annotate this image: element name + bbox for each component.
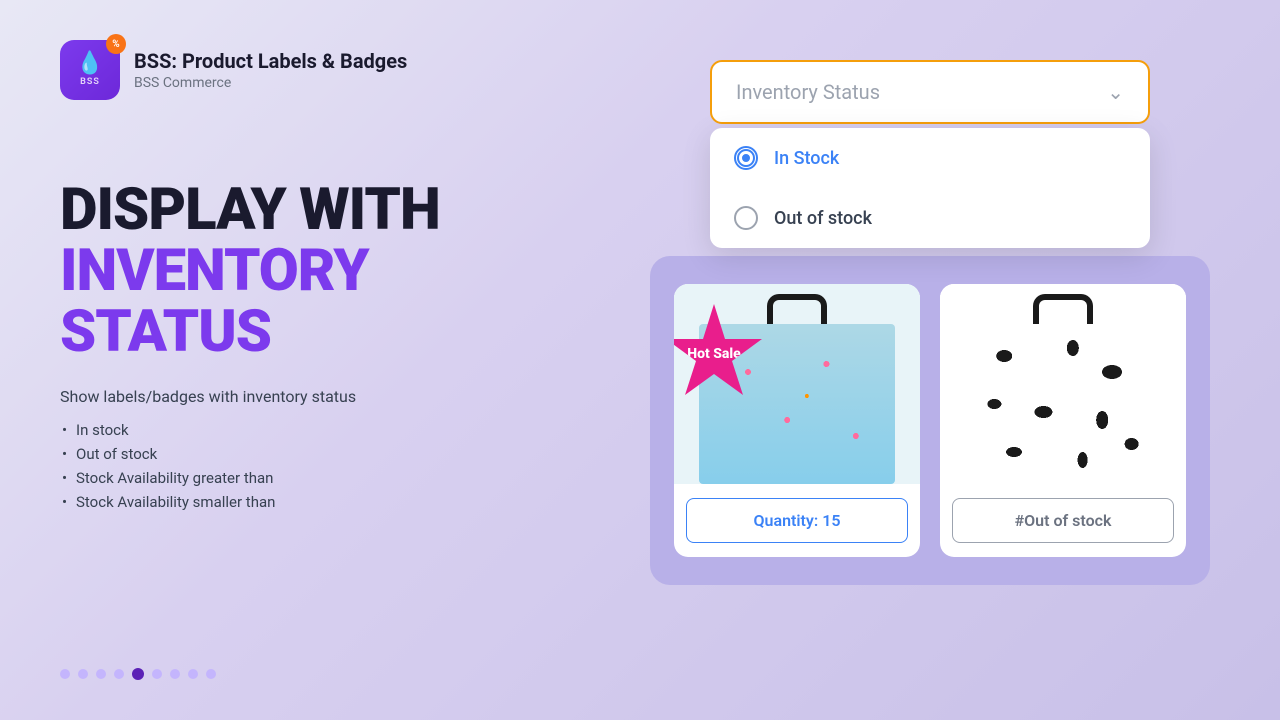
dropdown-menu: In Stock Out of stock [710, 128, 1150, 248]
outofstock-label-box: #Out of stock [952, 498, 1174, 543]
product-showcase: Hot Sale Quantity: 15 [650, 256, 1210, 585]
product-image-1: Hot Sale [674, 284, 920, 484]
page-container: 💧 BSS % BSS: Product Labels & Badges BSS… [0, 0, 1280, 720]
logo-icon: 💧 [76, 53, 103, 75]
option-label-out-of-stock: Out of stock [774, 208, 872, 229]
badge-star-shape: Hot Sale [674, 304, 764, 404]
logo-badge: % [106, 34, 126, 54]
product-image-2 [940, 284, 1186, 484]
list-item: Out of stock [60, 442, 540, 466]
main-heading: DISPLAY WITH INVENTORY STATUS [60, 180, 540, 363]
dot-3[interactable] [96, 669, 106, 679]
dropdown-placeholder: Inventory Status [736, 80, 880, 104]
product-label-1: Quantity: 15 [674, 484, 920, 557]
option-label-in-stock: In Stock [774, 148, 839, 169]
dot-1[interactable] [60, 669, 70, 679]
dot-2[interactable] [78, 669, 88, 679]
hot-sale-badge: Hot Sale [674, 304, 764, 404]
list-item: Stock Availability greater than [60, 466, 540, 490]
right-panel: Inventory Status ⌄ In Stock Out of stock [600, 0, 1280, 720]
tote-handle-2 [1033, 294, 1093, 324]
tote-body-2 [965, 324, 1162, 484]
app-header: 💧 BSS % BSS: Product Labels & Badges BSS… [60, 40, 540, 100]
tote-bag-illustration-2 [940, 284, 1186, 484]
chevron-down-icon: ⌄ [1107, 80, 1124, 104]
app-title-block: BSS: Product Labels & Badges BSS Commerc… [134, 49, 407, 91]
heading-line1: DISPLAY WITH [60, 180, 540, 241]
option-in-stock[interactable]: In Stock [710, 128, 1150, 188]
radio-out-of-stock[interactable] [734, 206, 758, 230]
heading-line2: INVENTORY [60, 241, 540, 302]
option-out-of-stock[interactable]: Out of stock [710, 188, 1150, 248]
inventory-status-dropdown: Inventory Status ⌄ In Stock Out of stock [710, 60, 1150, 248]
heading-line3: STATUS [60, 302, 540, 363]
product-label-2: #Out of stock [940, 484, 1186, 557]
badge-text: Hot Sale [687, 346, 741, 363]
dot-9[interactable] [206, 669, 216, 679]
dot-6[interactable] [152, 669, 162, 679]
logo-label: BSS [80, 77, 100, 87]
dot-5-active[interactable] [132, 668, 144, 680]
dalmatian-pattern [965, 324, 1162, 484]
pagination-dots [60, 628, 540, 680]
list-item: Stock Availability smaller than [60, 490, 540, 514]
dot-8[interactable] [188, 669, 198, 679]
feature-list: In stock Out of stock Stock Availability… [60, 418, 540, 514]
dropdown-trigger[interactable]: Inventory Status ⌄ [710, 60, 1150, 124]
tote-handle-1 [767, 294, 827, 324]
radio-inner-selected [739, 151, 753, 165]
radio-in-stock[interactable] [734, 146, 758, 170]
list-item: In stock [60, 418, 540, 442]
product-card-2: #Out of stock [940, 284, 1186, 557]
description-text: Show labels/badges with inventory status [60, 387, 540, 406]
app-subtitle: BSS Commerce [134, 75, 407, 91]
left-panel: 💧 BSS % BSS: Product Labels & Badges BSS… [0, 0, 600, 720]
outofstock-text: #Out of stock [1015, 511, 1112, 530]
dot-7[interactable] [170, 669, 180, 679]
dot-4[interactable] [114, 669, 124, 679]
product-card-1: Hot Sale Quantity: 15 [674, 284, 920, 557]
quantity-text: Quantity: 15 [754, 511, 841, 530]
app-title: BSS: Product Labels & Badges [134, 49, 407, 73]
app-logo: 💧 BSS % [60, 40, 120, 100]
quantity-label-box: Quantity: 15 [686, 498, 908, 543]
